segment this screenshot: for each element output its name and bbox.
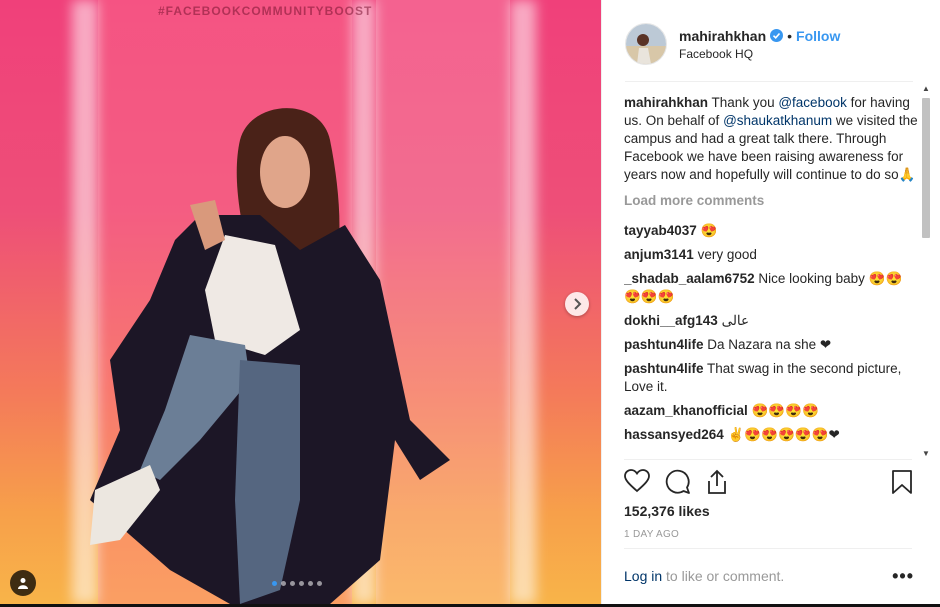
divider xyxy=(624,548,912,549)
comment-username[interactable]: pashtun4life xyxy=(624,361,704,376)
comment-username[interactable]: pashtun4life xyxy=(624,337,704,352)
woman-figure xyxy=(90,108,450,604)
divider xyxy=(624,459,912,460)
login-prompt-text: to like or comment. xyxy=(662,568,785,584)
carousel-dot xyxy=(281,581,286,586)
caption-text: Thank you xyxy=(711,95,779,110)
comment: pashtun4life Da Nazara na she ❤ xyxy=(624,336,918,354)
comment: dokhi__afg143 عالی xyxy=(624,312,918,330)
avatar[interactable] xyxy=(625,23,667,65)
scroll-up-icon[interactable]: ▲ xyxy=(922,84,930,93)
load-more-comments-button[interactable]: Load more comments xyxy=(624,192,918,210)
mention-link[interactable]: @shaukatkhanum xyxy=(723,113,832,128)
comment: hassansyed264 ✌😍😍😍😍😍❤ xyxy=(624,426,918,444)
comment-text: 😍😍😍😍 xyxy=(751,403,819,418)
chevron-right-icon xyxy=(574,298,582,310)
comment-text: 😍 xyxy=(700,223,718,238)
comment: anjum3141 very good xyxy=(624,246,918,264)
bookmark-icon[interactable] xyxy=(891,469,913,500)
comment-username[interactable]: tayyab4037 xyxy=(624,223,697,238)
post-header: mahirahkhan • Follow Facebook HQ xyxy=(625,22,931,66)
comment-text: عالی xyxy=(721,313,750,328)
more-options-button[interactable]: ••• xyxy=(892,566,914,587)
follow-button[interactable]: Follow xyxy=(796,28,840,44)
verified-badge-icon xyxy=(770,29,784,42)
person-icon xyxy=(18,578,28,589)
share-icon[interactable] xyxy=(705,469,729,500)
likes-count[interactable]: 152,376 likes xyxy=(624,503,710,519)
carousel-dot xyxy=(299,581,304,586)
login-prompt: Log in to like or comment. xyxy=(624,568,784,584)
comment-text: ✌😍😍😍😍😍❤ xyxy=(727,427,840,442)
comments-list: mahirahkhan Thank you @facebook for havi… xyxy=(624,94,918,459)
tagged-users-button[interactable] xyxy=(10,570,36,596)
heart-icon[interactable] xyxy=(624,469,650,498)
comment: pashtun4life That swag in the second pic… xyxy=(624,360,918,396)
carousel-dot xyxy=(308,581,313,586)
comment: _shadab_aalam6752 Nice looking baby 😍😍😍😍… xyxy=(624,270,918,306)
login-link[interactable]: Log in xyxy=(624,568,662,584)
carousel-dot xyxy=(272,581,277,586)
timestamp[interactable]: 1 DAY AGO xyxy=(624,529,679,540)
comment-username[interactable]: dokhi__afg143 xyxy=(624,313,718,328)
comment-text: very good xyxy=(697,247,757,262)
comment-username[interactable]: hassansyed264 xyxy=(624,427,724,442)
carousel-dot xyxy=(317,581,322,586)
comment-username[interactable]: anjum3141 xyxy=(624,247,694,262)
comment-text: Da Nazara na she ❤ xyxy=(707,337,832,352)
header-username[interactable]: mahirahkhan xyxy=(679,28,766,44)
comment-icon[interactable] xyxy=(665,469,691,500)
carousel-dot xyxy=(290,581,295,586)
location-link[interactable]: Facebook HQ xyxy=(679,47,840,61)
separator-bullet: • xyxy=(787,27,793,44)
post-photo[interactable]: #FACEBOOKCOMMUNITYBOOST xyxy=(0,0,601,604)
divider xyxy=(625,81,913,82)
caption-username[interactable]: mahirahkhan xyxy=(624,95,708,110)
scrollbar-thumb[interactable] xyxy=(922,98,930,238)
carousel-indicator xyxy=(272,581,322,586)
scroll-down-icon[interactable]: ▼ xyxy=(922,449,930,458)
comment-username[interactable]: _shadab_aalam6752 xyxy=(624,271,755,286)
mention-link[interactable]: @facebook xyxy=(778,95,847,110)
comment-username[interactable]: aazam_khanofficial xyxy=(624,403,748,418)
comments-scrollbar[interactable]: ▲ ▼ xyxy=(920,84,932,458)
avatar-image xyxy=(626,24,666,64)
comment: tayyab4037 😍 xyxy=(624,222,918,240)
comment: aazam_khanofficial 😍😍😍😍 xyxy=(624,402,918,420)
next-photo-button[interactable] xyxy=(565,292,589,316)
action-bar xyxy=(624,469,914,497)
caption: mahirahkhan Thank you @facebook for havi… xyxy=(624,94,918,184)
